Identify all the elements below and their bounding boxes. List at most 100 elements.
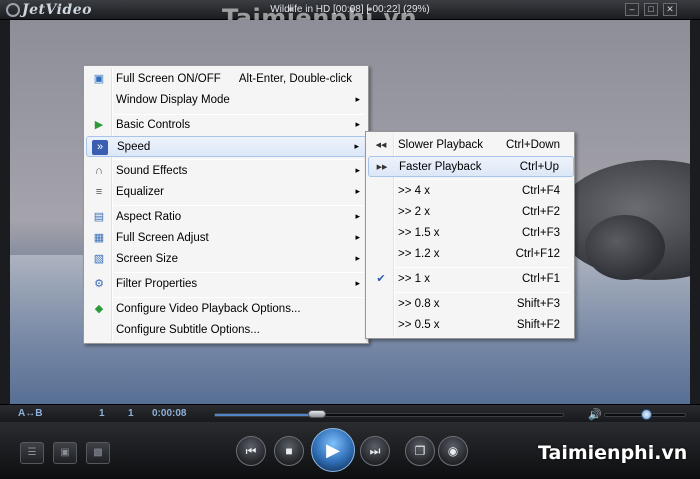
menu-item-fullscreen-adjust[interactable]: ▦ Full Screen Adjust ▸ [86,228,368,249]
menu-item-filter-properties[interactable]: ⚙ Filter Properties ▸ [86,274,368,295]
configure-icon: ◆ [94,303,104,315]
menu-item-label: Basic Controls [116,119,191,131]
speed-item-shortcut: Ctrl+Up [519,161,559,173]
next-button[interactable]: ⏭ [360,436,390,466]
speed-0-5x[interactable]: >> 0.5 x Shift+F2 [368,315,574,336]
menu-item-label: Speed [117,141,151,153]
title-number: 1 [128,408,134,419]
menu-item-equalizer[interactable]: ≡ Equalizer ▸ [86,182,368,203]
chevron-right-icon: ▸ [355,165,360,175]
menu-item-window-display-mode[interactable]: Window Display Mode ▸ [86,90,368,111]
basic-controls-icon: ▶ [94,119,104,131]
menu-separator [114,297,364,298]
chevron-right-icon: ▸ [355,119,360,129]
speed-item-shortcut: Ctrl+F1 [521,273,560,285]
stop-button[interactable]: ■ [274,436,304,466]
chevron-right-icon: ▸ [354,141,359,151]
speed-2x[interactable]: >> 2 x Ctrl+F2 [368,202,574,223]
speed-slower[interactable]: ◀◀ Slower Playback Ctrl+Down [368,135,574,156]
checkmark-icon: ✔ [376,273,386,285]
speed-item-shortcut: Shift+F3 [516,298,560,310]
menu-separator [396,292,570,293]
volume-icon[interactable]: 🔊 [588,408,602,421]
menu-item-label: Window Display Mode [116,94,230,106]
menu-item-label: Full Screen ON/OFF [116,73,221,85]
speed-0-8x[interactable]: >> 0.8 x Shift+F3 [368,294,574,315]
seek-bar-fill [215,414,317,416]
ab-repeat-button[interactable]: A↔B [18,408,42,419]
fullscreen-adjust-icon: ▦ [93,232,105,244]
subtitle-button[interactable]: ▩ [86,442,110,464]
speed-item-label: >> 4 x [398,185,430,197]
minimize-button[interactable]: – [625,3,639,16]
menu-separator [114,272,364,273]
snapshot-button[interactable]: ▣ [53,442,77,464]
play-button[interactable]: ▶ [311,428,355,472]
speed-item-label: >> 1 x [398,273,430,285]
control-bar: ☰ ▣ ▩ ⏮ ■ ▶ ⏭ ❐ ◉ Taimienphi.vn [0,422,700,479]
menu-item-configure-subtitle[interactable]: Configure Subtitle Options... [86,320,368,341]
record-button[interactable]: ◉ [438,436,468,466]
context-menu: ▣ Full Screen ON/OFF Alt-Enter, Double-c… [83,65,369,344]
menu-item-sound-effects[interactable]: ∩ Sound Effects ▸ [86,161,368,182]
equalizer-icon: ≡ [95,186,103,198]
volume-thumb[interactable] [640,409,652,420]
speed-item-shortcut: Ctrl+F2 [521,206,560,218]
menu-item-screen-size[interactable]: ▧ Screen Size ▸ [86,249,368,270]
speed-item-label: >> 0.8 x [398,298,440,310]
chevron-right-icon: ▸ [355,94,360,104]
video-border-left [0,20,10,404]
speed-1-2x[interactable]: >> 1.2 x Ctrl+F12 [368,244,574,265]
watermark-bottom: Taimienphi.vn [538,442,688,464]
speed-item-label: >> 0.5 x [398,319,440,331]
menu-item-speed[interactable]: » Speed ▸ [86,136,368,157]
chevron-right-icon: ▸ [355,211,360,221]
speed-item-shortcut: Ctrl+F3 [521,227,560,239]
status-bar: A↔B 1 1 0:00:08 🔊 [0,404,700,422]
menu-item-fullscreen[interactable]: ▣ Full Screen ON/OFF Alt-Enter, Double-c… [86,69,368,90]
menu-item-basic-controls[interactable]: ▶ Basic Controls ▸ [86,115,368,136]
menu-separator [114,159,364,160]
menu-item-label: Full Screen Adjust [116,232,209,244]
menu-item-label: Filter Properties [116,278,198,290]
speed-item-label: >> 1.5 x [398,227,440,239]
speed-1x[interactable]: ✔ >> 1 x Ctrl+F1 [368,269,574,290]
rewind-icon: ◀◀ [375,142,387,149]
speed-submenu: ◀◀ Slower Playback Ctrl+Down ▶▶ Faster P… [365,131,575,339]
screen-size-icon: ▧ [93,253,105,265]
playlist-button[interactable]: ☰ [20,442,44,464]
speed-4x[interactable]: >> 4 x Ctrl+F4 [368,181,574,202]
speed-item-shortcut: Shift+F2 [516,319,560,331]
speed-faster[interactable]: ▶▶ Faster Playback Ctrl+Up [368,156,574,177]
speed-item-shortcut: Ctrl+Down [505,139,560,151]
menu-item-aspect-ratio[interactable]: ▤ Aspect Ratio ▸ [86,207,368,228]
volume-slider[interactable] [604,409,686,420]
menu-item-label: Screen Size [116,253,179,265]
menu-item-label: Configure Subtitle Options... [116,324,260,336]
menu-item-label: Equalizer [116,186,164,198]
speed-icon: » [92,140,108,155]
seek-bar[interactable] [214,410,564,418]
maximize-button[interactable]: □ [644,3,658,16]
chevron-right-icon: ▸ [355,278,360,288]
chapter-number: 1 [99,408,105,419]
aspect-ratio-icon: ▤ [93,211,105,223]
speed-item-label: Faster Playback [399,161,482,173]
menu-item-label: Configure Video Playback Options... [116,303,301,315]
speed-item-label: >> 1.2 x [398,248,440,260]
speed-1-5x[interactable]: >> 1.5 x Ctrl+F3 [368,223,574,244]
open-file-button[interactable]: ❐ [405,436,435,466]
previous-button[interactable]: ⏮ [236,436,266,466]
fullscreen-icon: ▣ [93,73,105,85]
menu-item-label: Sound Effects [116,165,188,177]
menu-separator [396,267,570,268]
elapsed-time: 0:00:08 [152,408,187,419]
video-seal-head [585,215,665,280]
fast-forward-icon: ▶▶ [376,164,388,171]
speed-item-shortcut: Ctrl+F12 [515,248,560,260]
menu-item-configure-video[interactable]: ◆ Configure Video Playback Options... [86,299,368,320]
title-bar: JetVideo Wildlife in HD [00:08] [-00:22]… [0,0,700,32]
close-button[interactable]: ✕ [663,3,677,16]
seek-thumb[interactable] [307,410,326,418]
chevron-right-icon: ▸ [355,232,360,242]
